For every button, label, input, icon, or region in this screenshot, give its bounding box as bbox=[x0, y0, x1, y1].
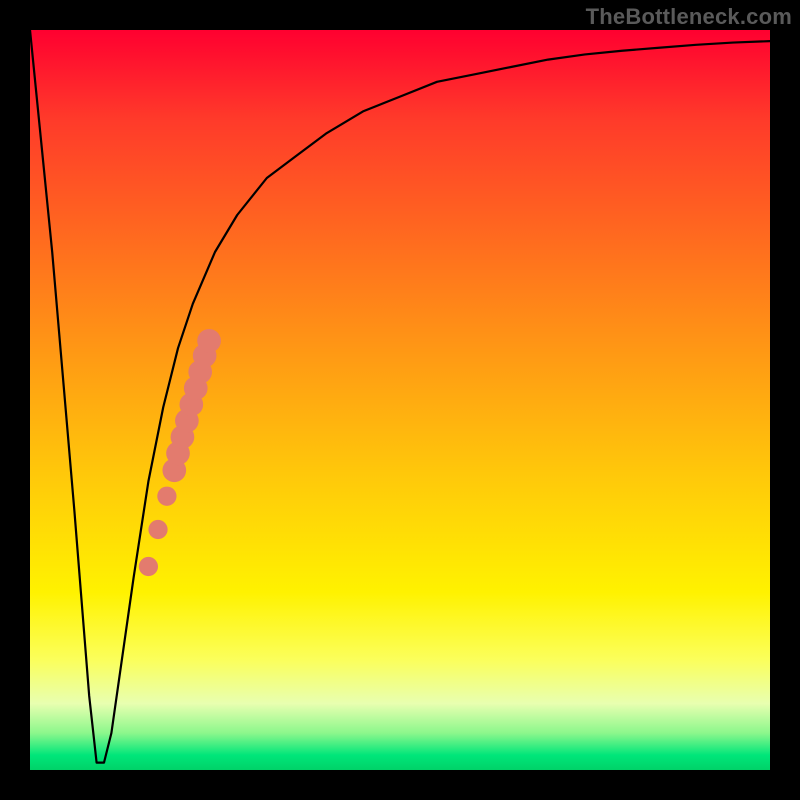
curve-svg bbox=[30, 30, 770, 770]
plot-area bbox=[30, 30, 770, 770]
marker-dot bbox=[148, 520, 167, 539]
marker-dot bbox=[197, 329, 221, 353]
marker-cluster bbox=[139, 329, 221, 576]
bottleneck-curve bbox=[30, 30, 770, 763]
watermark-text: TheBottleneck.com bbox=[586, 4, 792, 30]
marker-dot bbox=[139, 557, 158, 576]
marker-dot bbox=[157, 487, 176, 506]
chart-frame: TheBottleneck.com bbox=[0, 0, 800, 800]
